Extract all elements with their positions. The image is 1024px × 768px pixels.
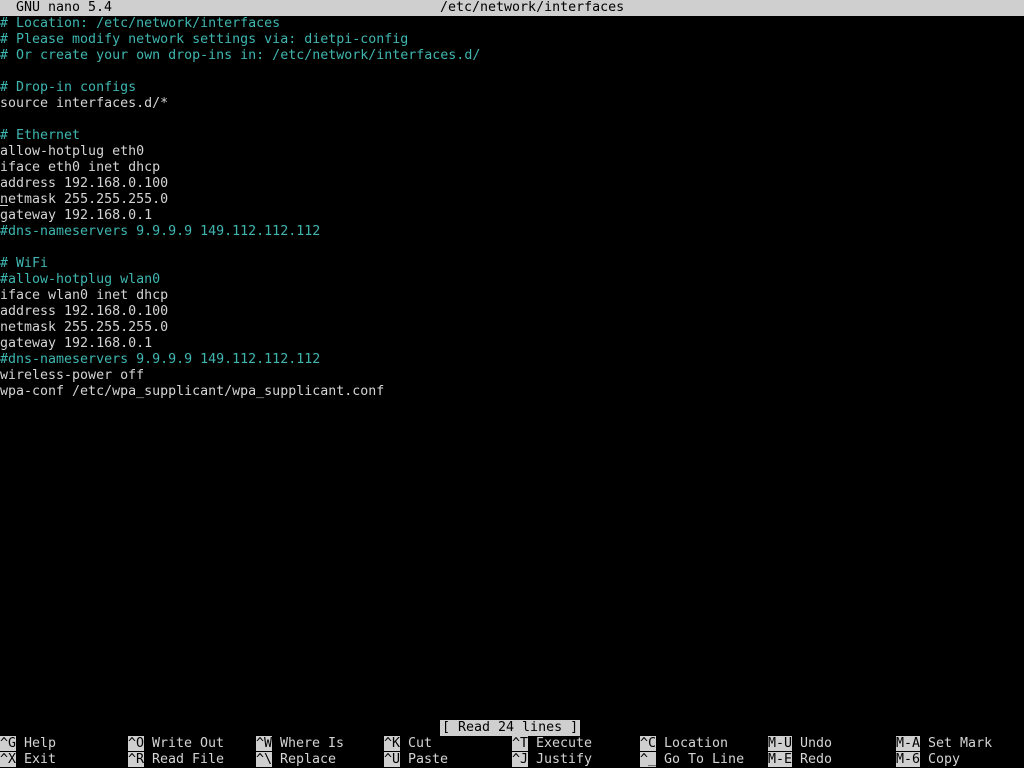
shortcut-key: ^R xyxy=(128,752,145,767)
editor-line[interactable]: wpa-conf /etc/wpa_supplicant/wpa_supplic… xyxy=(0,384,1024,400)
editor-line[interactable]: gateway 192.168.0.1 xyxy=(0,336,1024,352)
shortcut-key: ^T xyxy=(512,736,529,751)
editor-line[interactable]: iface eth0 inet dhcp xyxy=(0,160,1024,176)
shortcut-go-to-line[interactable]: ^_ Go To Line xyxy=(640,752,744,768)
shortcut-label: Help xyxy=(24,736,57,751)
shortcut-key: ^G xyxy=(0,736,17,751)
shortcut-key: ^C xyxy=(640,736,657,751)
editor-line[interactable]: #dns-nameservers 9.9.9.9 149.112.112.112 xyxy=(0,352,1024,368)
shortcut-bar: ^G Help ^O Write Out ^W Where Is ^K Cut ^T Execut… xyxy=(0,736,1024,768)
editor-line[interactable]: allow-hotplug eth0 xyxy=(0,144,1024,160)
editor-line[interactable]: address 192.168.0.100 xyxy=(0,176,1024,192)
shortcut-key: M-A xyxy=(896,736,921,751)
shortcut-label: Cut xyxy=(408,736,433,751)
line-text: etmask 255.255.255.0 xyxy=(8,192,169,207)
text-editor-area[interactable]: # Location: /etc/network/interfaces # Ple… xyxy=(0,16,1024,704)
shortcut-key: M-6 xyxy=(896,752,921,767)
shortcut-key: ^J xyxy=(512,752,529,767)
editor-line[interactable] xyxy=(0,64,1024,80)
text-cursor: n xyxy=(0,192,9,207)
shortcut-read-file[interactable]: ^R Read File xyxy=(128,752,224,768)
shortcut-help[interactable]: ^G Help xyxy=(0,736,56,752)
shortcut-label: Paste xyxy=(408,752,449,767)
editor-line[interactable]: #allow-hotplug wlan0 xyxy=(0,272,1024,288)
editor-line[interactable]: wireless-power off xyxy=(0,368,1024,384)
shortcut-label: Set Mark xyxy=(928,736,993,751)
editor-line[interactable] xyxy=(0,240,1024,256)
shortcut-label: Justify xyxy=(536,752,593,767)
editor-line[interactable]: # Or create your own drop-ins in: /etc/n… xyxy=(0,48,1024,64)
shortcut-label: Replace xyxy=(280,752,337,767)
editor-line[interactable]: netmask 255.255.255.0 xyxy=(0,192,1024,208)
shortcut-execute[interactable]: ^T Execute xyxy=(512,736,592,752)
editor-line[interactable] xyxy=(0,112,1024,128)
editor-line[interactable]: address 192.168.0.100 xyxy=(0,304,1024,320)
title-bar: GNU nano 5.4 /etc/network/interfaces xyxy=(0,0,1024,16)
editor-line[interactable]: # Please modify network settings via: di… xyxy=(0,32,1024,48)
editor-line[interactable]: # WiFi xyxy=(0,256,1024,272)
shortcut-label: Copy xyxy=(928,752,961,767)
shortcut-write-out[interactable]: ^O Write Out xyxy=(128,736,224,752)
shortcut-key: ^\ xyxy=(256,752,273,767)
shortcut-where-is[interactable]: ^W Where Is xyxy=(256,736,344,752)
editor-line[interactable]: source interfaces.d/* xyxy=(0,96,1024,112)
shortcut-label: Read File xyxy=(152,752,225,767)
shortcut-key: ^W xyxy=(256,736,273,751)
shortcut-label: Write Out xyxy=(152,736,225,751)
shortcut-redo[interactable]: M-E Redo xyxy=(768,752,832,768)
shortcut-copy[interactable]: M-6 Copy xyxy=(896,752,960,768)
editor-name: GNU nano 5.4 xyxy=(16,0,113,15)
editor-line[interactable]: #dns-nameservers 9.9.9.9 149.112.112.112 xyxy=(0,224,1024,240)
editor-line[interactable]: # Drop-in configs xyxy=(0,80,1024,96)
shortcut-label: Go To Line xyxy=(664,752,745,767)
terminal-window: GNU nano 5.4 /etc/network/interfaces # L… xyxy=(0,0,1024,768)
shortcut-justify[interactable]: ^J Justify xyxy=(512,752,592,768)
shortcut-key: ^O xyxy=(128,736,145,751)
shortcut-label: Exit xyxy=(24,752,57,767)
shortcut-key: ^U xyxy=(384,752,401,767)
file-path: /etc/network/interfaces xyxy=(440,0,625,15)
shortcut-cut[interactable]: ^K Cut xyxy=(384,736,432,752)
shortcut-set-mark[interactable]: M-A Set Mark xyxy=(896,736,992,752)
shortcut-label: Location xyxy=(664,736,729,751)
shortcut-key: M-U xyxy=(768,736,793,751)
shortcut-location[interactable]: ^C Location xyxy=(640,736,728,752)
editor-line[interactable]: # Ethernet xyxy=(0,128,1024,144)
editor-line[interactable]: gateway 192.168.0.1 xyxy=(0,208,1024,224)
shortcut-undo[interactable]: M-U Undo xyxy=(768,736,832,752)
status-message: [ Read 24 lines ] xyxy=(440,720,581,736)
shortcut-label: Where Is xyxy=(280,736,345,751)
shortcut-key: ^X xyxy=(0,752,17,767)
shortcut-replace[interactable]: ^\ Replace xyxy=(256,752,336,768)
shortcut-key: ^_ xyxy=(640,752,657,767)
shortcut-exit[interactable]: ^X Exit xyxy=(0,752,56,768)
editor-line[interactable]: iface wlan0 inet dhcp xyxy=(0,288,1024,304)
editor-line[interactable]: # Location: /etc/network/interfaces xyxy=(0,16,1024,32)
editor-line[interactable]: netmask 255.255.255.0 xyxy=(0,320,1024,336)
shortcut-key: M-E xyxy=(768,752,793,767)
shortcut-label: Redo xyxy=(800,752,833,767)
shortcut-label: Undo xyxy=(800,736,833,751)
shortcut-paste[interactable]: ^U Paste xyxy=(384,752,448,768)
shortcut-key: ^K xyxy=(384,736,401,751)
shortcut-label: Execute xyxy=(536,736,593,751)
